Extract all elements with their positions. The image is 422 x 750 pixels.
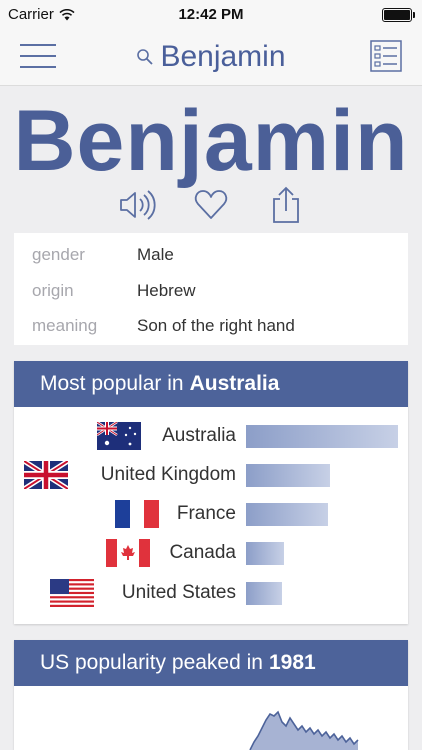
popularity-row-united-states[interactable]: United States <box>14 572 408 612</box>
gender-label: gender <box>32 245 85 264</box>
us-peak-year: 1981 <box>268 651 316 674</box>
search-icon <box>137 49 154 65</box>
popularity-bar <box>246 542 284 565</box>
popularity-title-prefix: Most popular in <box>40 372 184 395</box>
nav-title-text: Benjamin <box>160 40 286 73</box>
name-heading: Benjamin <box>13 93 409 189</box>
country-label: Canada <box>169 542 236 563</box>
popularity-row-france[interactable]: France <box>14 493 408 533</box>
popularity-row-canada[interactable]: Canada <box>14 532 408 572</box>
us-popularity-area <box>250 712 358 750</box>
name-info-card: gender Male origin Hebrew meaning Son of… <box>14 233 408 345</box>
status-bar: Carrier 12:42 PM <box>0 0 422 30</box>
canada-flag <box>106 539 150 567</box>
us-popularity-chart <box>249 710 359 750</box>
share-icon[interactable] <box>266 185 306 225</box>
nav-title[interactable]: Benjamin <box>0 40 422 74</box>
popularity-bar <box>246 582 282 605</box>
popularity-row-united-kingdom[interactable]: United Kingdom <box>14 454 408 494</box>
origin-label: origin <box>32 281 74 300</box>
battery-icon <box>382 8 415 22</box>
checklist-icon[interactable] <box>370 40 402 72</box>
us-peak-card: US popularity peaked in 1981 <box>14 640 408 750</box>
country-label: France <box>176 503 236 524</box>
heart-icon[interactable] <box>191 185 231 225</box>
country-label: United Kingdom <box>100 464 236 485</box>
us-flag <box>50 579 94 607</box>
meaning-value: Son of the right hand <box>137 316 295 335</box>
action-bar <box>0 185 422 225</box>
popularity-row-australia[interactable]: Australia <box>14 415 408 455</box>
gender-value: Male <box>137 245 174 264</box>
meaning-label: meaning <box>32 316 98 335</box>
australia-flag <box>97 422 141 450</box>
uk-flag <box>24 461 68 489</box>
popularity-bar <box>246 503 328 526</box>
us-peak-title-prefix: US popularity peaked in <box>40 651 263 674</box>
clock: 12:42 PM <box>178 6 244 23</box>
popularity-card: Most popular in Australia Australia Unit… <box>14 361 408 624</box>
france-flag <box>115 500 159 528</box>
popularity-bar <box>246 464 330 487</box>
country-label: Australia <box>162 425 236 446</box>
country-label: United States <box>121 582 236 603</box>
navigation-bar: Benjamin <box>0 30 422 86</box>
us-peak-card-header: US popularity peaked in 1981 <box>14 640 408 686</box>
popularity-bar <box>246 425 398 448</box>
speaker-icon[interactable] <box>116 185 156 225</box>
origin-value: Hebrew <box>137 281 196 300</box>
popularity-title-country: Australia <box>189 372 280 395</box>
popularity-card-header: Most popular in Australia <box>14 361 408 407</box>
